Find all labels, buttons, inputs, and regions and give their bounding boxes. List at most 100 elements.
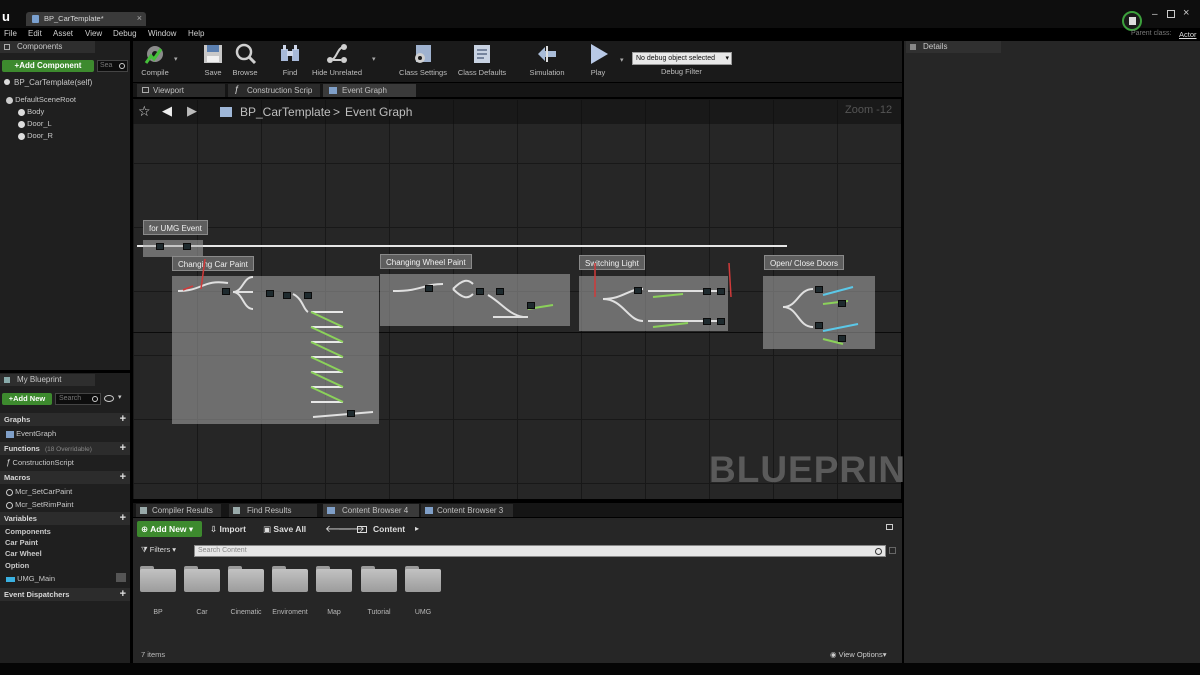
component-self-row[interactable]: BP_CarTemplate(self) <box>2 77 128 88</box>
variable-group[interactable]: Option <box>5 561 29 570</box>
graph-item[interactable]: EventGraph <box>6 429 56 438</box>
content-search-input[interactable]: Search Content <box>194 545 886 557</box>
folder-car[interactable] <box>184 566 220 592</box>
graph-node[interactable] <box>527 302 535 309</box>
tab-construction-script[interactable]: ƒ Construction Scrip <box>228 84 320 97</box>
graph-node[interactable] <box>496 288 504 295</box>
save-search-icon[interactable] <box>889 547 896 554</box>
menu-window[interactable]: Window <box>148 29 176 38</box>
variable-group[interactable]: Car Paint <box>5 538 38 547</box>
tab-find-results[interactable]: Find Results <box>229 504 317 517</box>
import-button[interactable]: ⇩ Import <box>210 524 246 535</box>
view-options-button[interactable]: ◉ View Options▾ <box>830 650 886 659</box>
close-icon[interactable]: × <box>1183 7 1189 19</box>
add-component-button[interactable]: +Add Component <box>2 60 94 72</box>
add-variable-icon[interactable]: + <box>120 512 126 524</box>
add-new-button[interactable]: +Add New <box>2 393 52 405</box>
graph-node[interactable] <box>815 286 823 293</box>
visibility-eye-icon[interactable] <box>104 395 114 402</box>
function-item[interactable]: ƒ ConstructionScript <box>6 458 74 467</box>
section-variables[interactable]: Variables + <box>0 512 130 525</box>
lock-icon[interactable] <box>886 524 893 530</box>
macro-item[interactable]: Mcr_SetRimPaint <box>6 500 73 509</box>
browse-button[interactable]: Browse <box>222 42 268 77</box>
class-settings-button[interactable]: Class Settings <box>396 42 450 77</box>
save-all-button[interactable]: ▣ Save All <box>263 524 306 535</box>
macro-item[interactable]: Mcr_SetCarPaint <box>6 487 72 496</box>
my-blueprint-tab[interactable]: My Blueprint <box>0 374 95 386</box>
graph-node[interactable] <box>717 288 725 295</box>
folder-tutorial[interactable] <box>361 566 397 592</box>
hide-unrelated-options-icon[interactable]: ▾ <box>372 55 376 63</box>
tab-content-browser-4[interactable]: Content Browser 4 <box>323 504 419 517</box>
component-tree-root[interactable]: DefaultSceneRoot <box>6 95 76 104</box>
graph-node[interactable] <box>815 322 823 329</box>
cb-add-new-button[interactable]: ⊕ Add New ▾ <box>137 521 202 537</box>
graph-node[interactable] <box>703 288 711 295</box>
add-macro-icon[interactable]: + <box>120 471 126 483</box>
menu-debug[interactable]: Debug <box>113 29 137 38</box>
component-tree-item[interactable]: Door_R <box>18 131 53 140</box>
folder-enviroment[interactable] <box>272 566 308 592</box>
unreal-logo-icon[interactable]: u <box>2 10 16 24</box>
play-options-icon[interactable]: ▾ <box>620 56 624 64</box>
graph-node[interactable] <box>283 292 291 299</box>
graph-node[interactable] <box>476 288 484 295</box>
path-chevron-icon[interactable]: ▸ <box>415 524 419 533</box>
folder-bp[interactable] <box>140 566 176 592</box>
folder-cinematic[interactable] <box>228 566 264 592</box>
components-tab[interactable]: Components <box>0 41 95 53</box>
graph-node[interactable] <box>425 285 433 292</box>
tab-compiler-results[interactable]: Compiler Results <box>136 504 221 517</box>
play-button[interactable]: Play <box>575 42 621 77</box>
graph-node[interactable] <box>838 335 846 342</box>
compile-options-icon[interactable]: ▾ <box>174 55 178 63</box>
menu-view[interactable]: View <box>85 29 102 38</box>
graph-node[interactable] <box>703 318 711 325</box>
folder-umg[interactable] <box>405 566 441 592</box>
tab-close-icon[interactable]: × <box>137 13 142 23</box>
tab-content-browser-3[interactable]: Content Browser 3 <box>421 504 513 517</box>
section-event-dispatchers[interactable]: Event Dispatchers + <box>0 588 130 601</box>
minimize-icon[interactable]: – <box>1152 9 1162 20</box>
folder-map[interactable] <box>316 566 352 592</box>
components-search-input[interactable]: Sea <box>97 60 128 72</box>
component-tree-item[interactable]: Body <box>18 107 44 116</box>
chevron-down-icon[interactable]: ▾ <box>118 393 122 401</box>
blueprint-search-input[interactable]: Search <box>55 393 101 405</box>
tab-viewport[interactable]: Viewport <box>137 84 225 97</box>
section-functions[interactable]: Functions (18 Overridable) + <box>0 442 130 455</box>
debug-object-select[interactable]: No debug object selected ▾ <box>632 52 732 65</box>
graph-node[interactable] <box>304 292 312 299</box>
add-dispatcher-icon[interactable]: + <box>120 588 126 600</box>
section-graphs[interactable]: Graphs + <box>0 413 130 426</box>
compile-button[interactable]: Compile <box>132 42 178 77</box>
graph-node[interactable] <box>222 288 230 295</box>
variable-group[interactable]: Car Wheel <box>5 549 42 558</box>
menu-asset[interactable]: Asset <box>53 29 73 38</box>
graph-node[interactable] <box>717 318 725 325</box>
hide-unrelated-button[interactable]: Hide Unrelated <box>306 42 368 77</box>
graph-node[interactable] <box>634 287 642 294</box>
maximize-icon[interactable] <box>1167 10 1175 18</box>
menu-edit[interactable]: Edit <box>28 29 42 38</box>
details-tab[interactable]: Details <box>906 41 1001 53</box>
variable-item[interactable]: UMG_Main <box>6 573 126 583</box>
tab-event-graph[interactable]: Event Graph <box>323 84 416 97</box>
menu-file[interactable]: File <box>4 29 17 38</box>
component-tree-item[interactable]: Door_L <box>18 119 52 128</box>
graph-node[interactable] <box>838 300 846 307</box>
menu-help[interactable]: Help <box>188 29 204 38</box>
document-tab[interactable]: BP_CarTemplate* × <box>26 12 146 26</box>
filters-button[interactable]: ⧩ Filters ▾ <box>141 545 176 555</box>
section-macros[interactable]: Macros + <box>0 471 130 484</box>
graph-node[interactable] <box>266 290 274 297</box>
path-content[interactable]: Content <box>373 524 405 534</box>
add-function-icon[interactable]: + <box>120 442 126 454</box>
graph-node[interactable] <box>347 410 355 417</box>
simulation-button[interactable]: Simulation <box>524 42 570 77</box>
variable-group[interactable]: Components <box>5 527 51 536</box>
class-defaults-button[interactable]: Class Defaults <box>455 42 509 77</box>
visibility-eye-icon[interactable] <box>116 573 126 582</box>
add-graph-icon[interactable]: + <box>120 413 126 425</box>
